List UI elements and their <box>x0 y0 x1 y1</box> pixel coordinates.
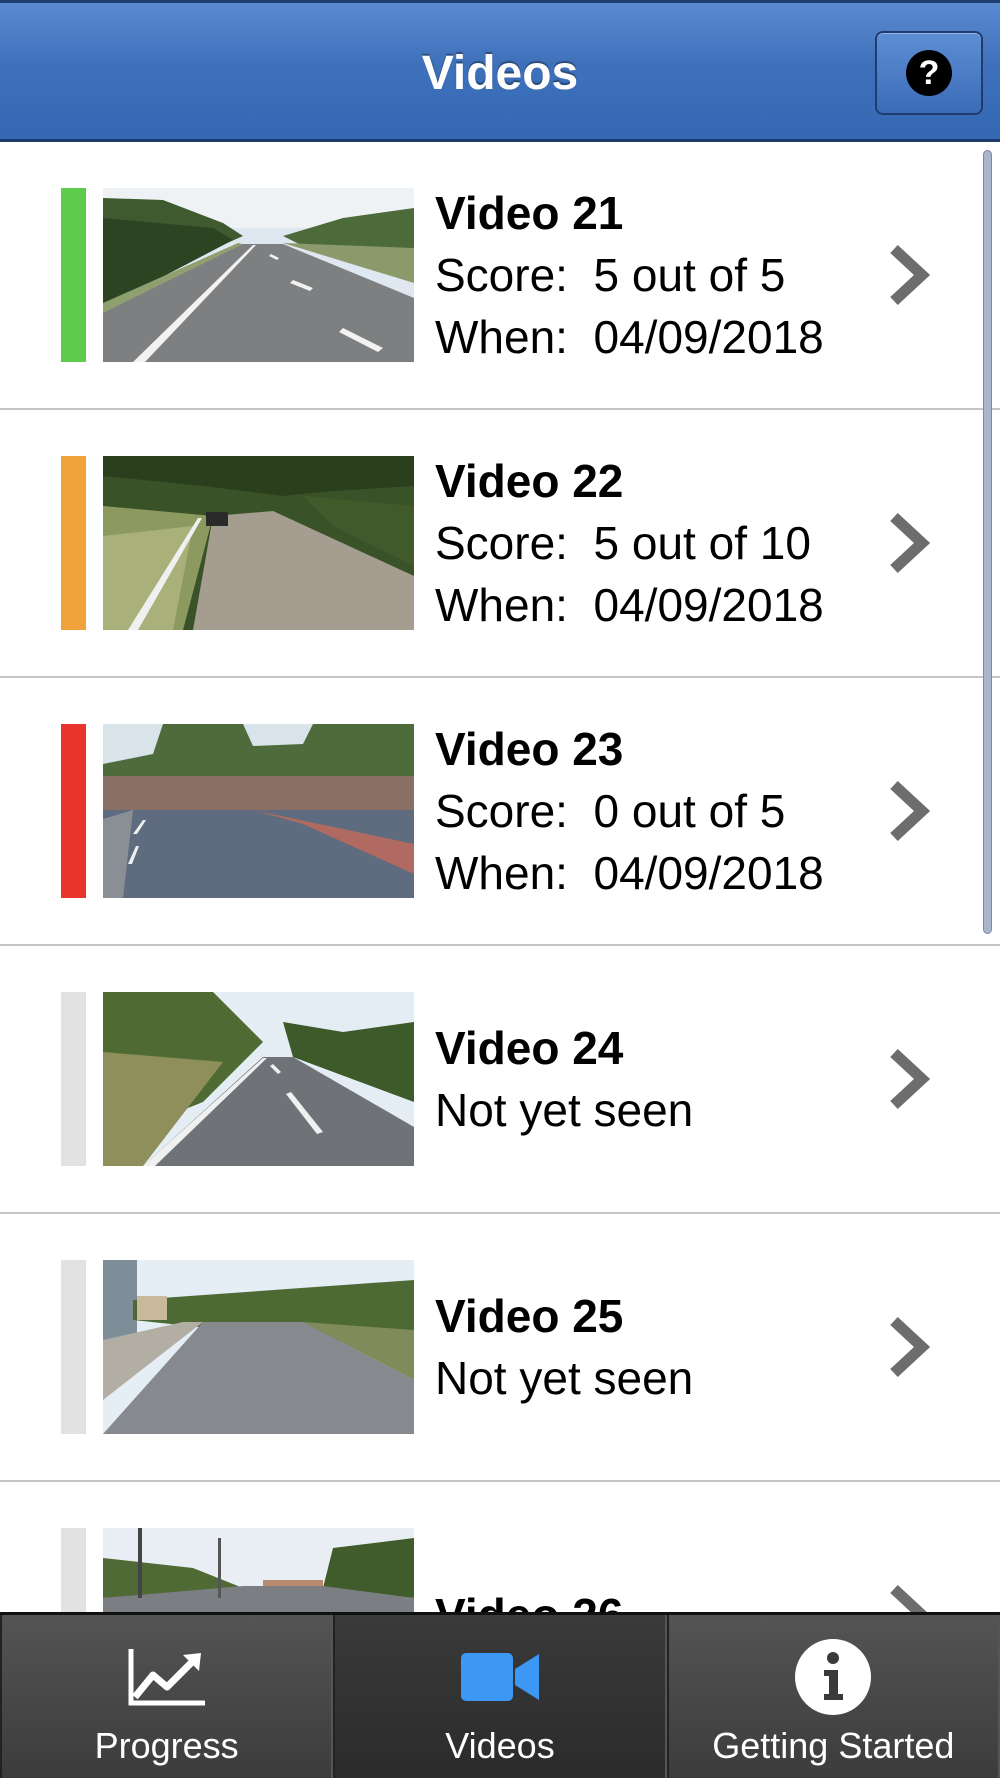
score-value: 0 out of 5 <box>593 785 786 837</box>
video-thumbnail <box>103 188 414 362</box>
status-indicator <box>61 188 86 362</box>
list-item[interactable]: Video 24 Not yet seen <box>0 946 1000 1214</box>
video-list[interactable]: Video 21 Score: 5 out of 5 When: 04/09/2… <box>0 142 1000 1612</box>
chevron-right-icon <box>878 946 938 1212</box>
when-label: When: <box>435 847 568 899</box>
score-value: 5 out of 5 <box>593 249 786 301</box>
chevron-right-icon <box>878 678 938 944</box>
video-title: Video 23 <box>435 723 624 775</box>
header-bar: Videos ? <box>0 0 1000 142</box>
video-status-text: Not yet seen <box>435 1084 694 1136</box>
tab-label: Getting Started <box>712 1725 955 1766</box>
when-row: When: 04/09/2018 <box>435 306 824 368</box>
video-thumbnail <box>103 1260 414 1434</box>
status-indicator <box>61 724 86 898</box>
video-thumbnail <box>103 724 414 898</box>
info-icon <box>669 1639 998 1715</box>
video-thumbnail <box>103 456 414 630</box>
video-info: Video 25 Not yet seen <box>435 1214 693 1480</box>
scrollbar[interactable] <box>983 150 992 934</box>
score-label: Score: <box>435 785 568 837</box>
list-item[interactable]: Video 21 Score: 5 out of 5 When: 04/09/2… <box>0 142 1000 410</box>
video-info: Video 23 Score: 0 out of 5 When: 04/09/2… <box>435 678 824 944</box>
help-button[interactable]: ? <box>875 31 983 115</box>
when-value: 04/09/2018 <box>593 847 824 899</box>
chevron-right-icon <box>878 410 938 676</box>
score-label: Score: <box>435 249 568 301</box>
video-info: Video 21 Score: 5 out of 5 When: 04/09/2… <box>435 142 824 408</box>
video-info: Video 22 Score: 5 out of 10 When: 04/09/… <box>435 410 824 676</box>
video-title: Video 22 <box>435 455 624 507</box>
tab-label: Progress <box>94 1725 239 1766</box>
chevron-right-icon <box>878 1214 938 1480</box>
score-value: 5 out of 10 <box>593 517 811 569</box>
chevron-right-icon <box>878 1482 938 1612</box>
video-info: Video 24 Not yet seen <box>435 946 693 1212</box>
when-value: 04/09/2018 <box>593 311 824 363</box>
video-info: Video 26 <box>435 1482 623 1612</box>
video-title: Video 25 <box>435 1290 624 1342</box>
help-icon: ? <box>906 50 952 96</box>
video-thumbnail <box>103 992 414 1166</box>
status-indicator <box>61 1260 86 1434</box>
status-indicator <box>61 1528 86 1612</box>
tab-bar: Progress Videos Getting Started <box>0 1612 1000 1778</box>
status-indicator <box>61 456 86 630</box>
when-value: 04/09/2018 <box>593 579 824 631</box>
video-camera-icon <box>335 1645 664 1709</box>
score-label: Score: <box>435 517 568 569</box>
tab-getting-started[interactable]: Getting Started <box>666 1615 1000 1778</box>
when-label: When: <box>435 579 568 631</box>
tab-label: Videos <box>445 1725 555 1766</box>
when-row: When: 04/09/2018 <box>435 574 824 636</box>
page-title: Videos <box>421 47 579 100</box>
status-indicator <box>61 992 86 1166</box>
score-row: Score: 0 out of 5 <box>435 780 824 842</box>
list-item[interactable]: Video 22 Score: 5 out of 10 When: 04/09/… <box>0 410 1000 678</box>
score-row: Score: 5 out of 10 <box>435 512 824 574</box>
chart-line-icon <box>2 1645 331 1709</box>
video-status-text: Not yet seen <box>435 1352 694 1404</box>
list-item[interactable]: Video 26 <box>0 1482 1000 1612</box>
score-row: Score: 5 out of 5 <box>435 244 824 306</box>
tab-progress[interactable]: Progress <box>0 1615 334 1778</box>
video-title: Video 21 <box>435 187 624 239</box>
when-label: When: <box>435 311 568 363</box>
when-row: When: 04/09/2018 <box>435 842 824 904</box>
tab-videos[interactable]: Videos <box>333 1615 667 1778</box>
video-thumbnail <box>103 1528 414 1612</box>
video-title: Video 26 <box>435 1584 623 1612</box>
chevron-right-icon <box>878 142 938 408</box>
list-item[interactable]: Video 25 Not yet seen <box>0 1214 1000 1482</box>
video-title: Video 24 <box>435 1022 624 1074</box>
list-item[interactable]: Video 23 Score: 0 out of 5 When: 04/09/2… <box>0 678 1000 946</box>
app-screen: Videos ? Video 21 Score: 5 out of 5 When… <box>0 0 1000 1778</box>
